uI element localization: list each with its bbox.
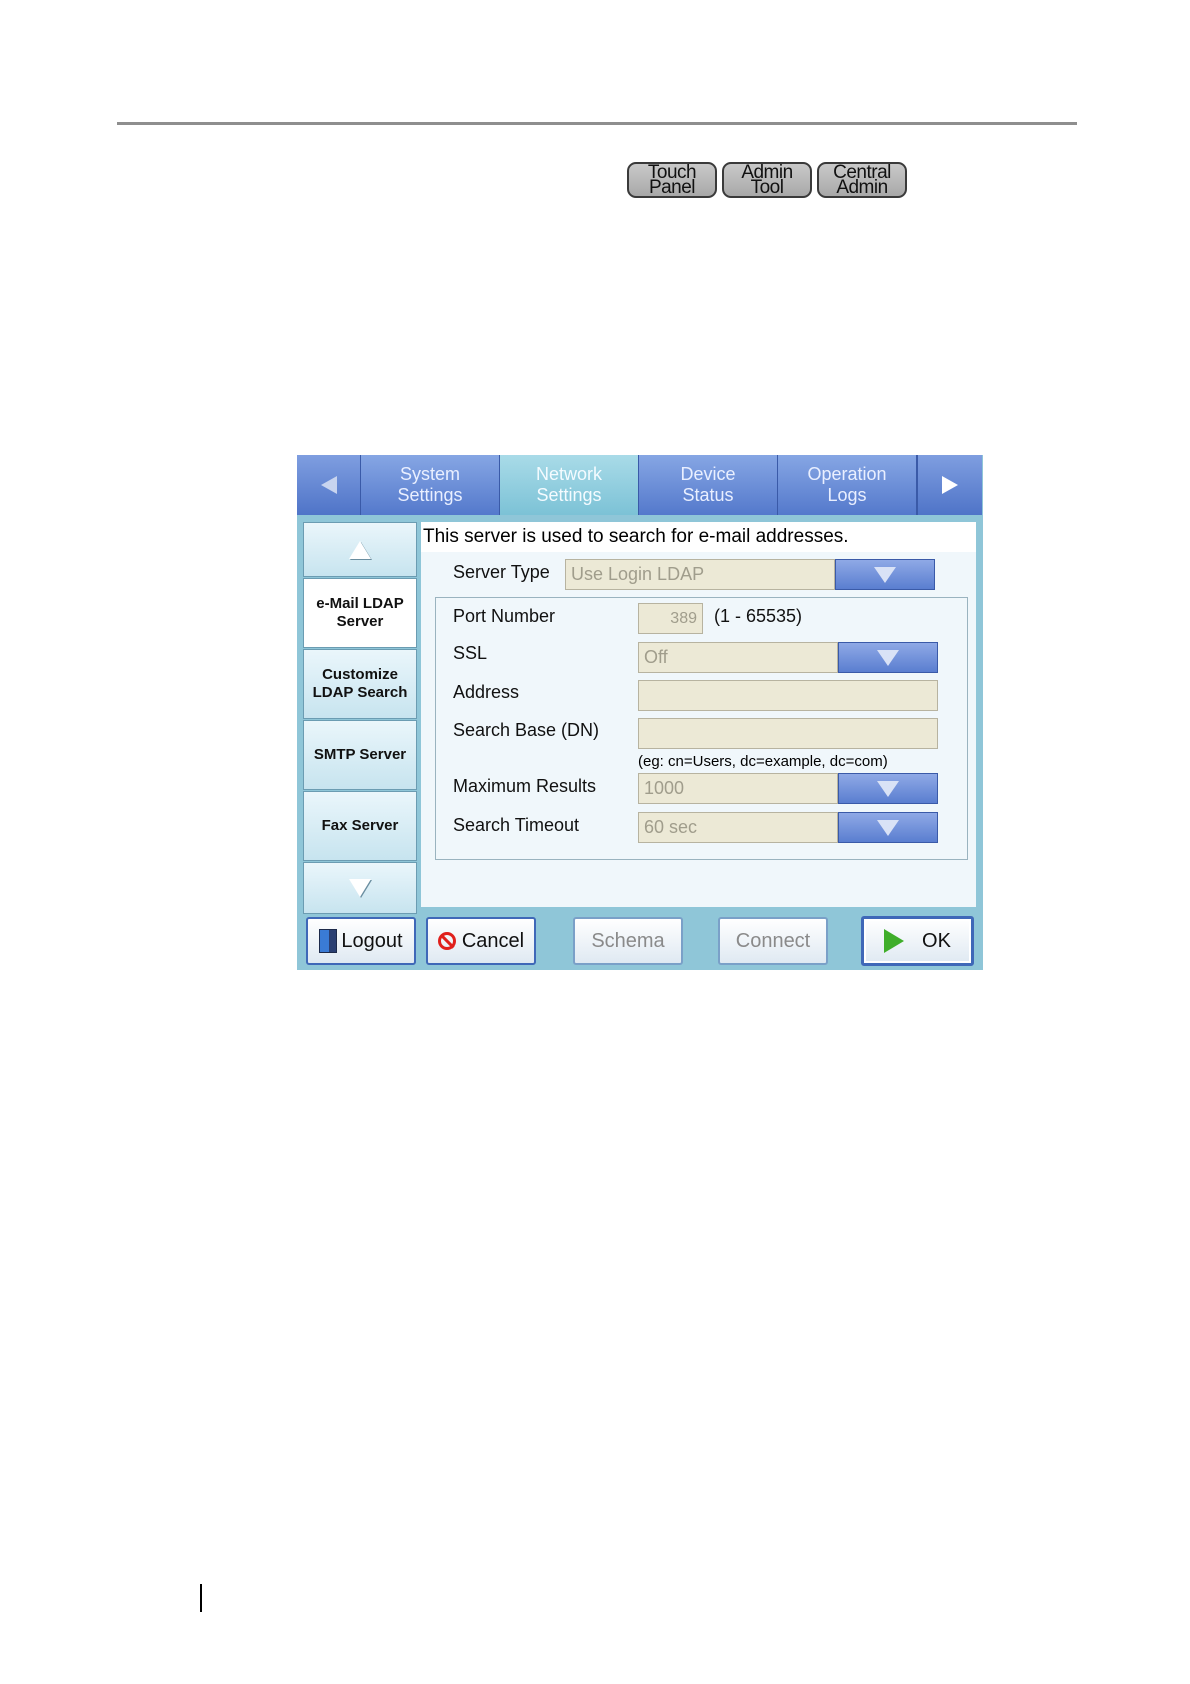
search-base-hint: (eg: cn=Users, dc=example, dc=com) <box>638 753 888 770</box>
door-icon <box>319 929 338 953</box>
page-margin-mark <box>200 1584 202 1612</box>
badge-central-admin: Central Admin <box>817 162 907 198</box>
sidebar-item-email-ldap-server[interactable]: e-Mail LDAP Server <box>303 578 417 648</box>
badge-line: Admin <box>836 177 888 198</box>
arrow-left-icon <box>320 476 337 494</box>
connect-button[interactable]: Connect <box>718 917 828 965</box>
chevron-down-icon <box>874 566 896 583</box>
maximum-results-label: Maximum Results <box>453 776 597 796</box>
sidebar-item-label: Server <box>336 613 384 630</box>
sidebar-item-fax-server[interactable]: Fax Server <box>303 791 417 861</box>
description-bar: This server is used to search for e-mail… <box>421 522 976 552</box>
page-header-rule <box>117 122 1077 125</box>
badge-admin-tool: Admin Tool <box>722 162 812 198</box>
sidebar-item-label: e-Mail LDAP <box>316 595 404 612</box>
play-arrow-icon <box>884 929 905 953</box>
arrow-down-icon <box>349 879 371 897</box>
tab-operation-logs[interactable]: Operation Logs <box>778 455 917 515</box>
settings-screenshot-panel: System Settings Network Settings Device … <box>297 455 983 970</box>
tab-label: Operation <box>807 464 887 484</box>
tab-label: Settings <box>536 485 602 505</box>
maximum-results-dropdown-button[interactable] <box>838 773 938 804</box>
schema-button[interactable]: Schema <box>573 917 683 965</box>
prohibited-icon <box>437 932 456 950</box>
port-number-input[interactable]: 389 <box>638 603 703 634</box>
ok-label: OK <box>922 929 951 952</box>
server-type-select[interactable]: Use Login LDAP <box>565 559 835 590</box>
search-timeout-select[interactable]: 60 sec <box>638 812 838 843</box>
chevron-down-icon <box>877 819 899 836</box>
badge-line: Panel <box>648 177 696 198</box>
ssl-dropdown-button[interactable] <box>838 642 938 673</box>
arrow-up-icon <box>349 540 371 559</box>
sidebar-item-label: Fax Server <box>321 817 399 834</box>
server-type-dropdown-button[interactable] <box>835 559 935 590</box>
sidebar-item-label: SMTP Server <box>313 746 407 763</box>
search-base-label: Search Base (DN) <box>453 720 600 740</box>
badge-touch-panel: Touch Panel <box>627 162 717 198</box>
tab-network-settings[interactable]: Network Settings <box>500 455 639 515</box>
cancel-button[interactable]: Cancel <box>426 917 536 965</box>
tab-label: Settings <box>397 485 463 505</box>
port-number-range: (1 - 65535) <box>714 606 803 626</box>
tab-label: Status <box>682 485 734 505</box>
ssl-label: SSL <box>453 643 488 663</box>
chevron-down-icon <box>877 649 899 666</box>
badge-line: Tool <box>750 177 784 198</box>
sidebar-item-label: Customize <box>322 666 398 683</box>
tab-label: Device <box>680 464 736 484</box>
address-input[interactable] <box>638 680 938 711</box>
search-timeout-dropdown-button[interactable] <box>838 812 938 843</box>
tab-device-status[interactable]: Device Status <box>639 455 778 515</box>
connect-label: Connect <box>735 929 811 952</box>
tab-label: System <box>399 464 460 484</box>
tab-label: Network <box>535 464 602 484</box>
sidebar-item-customize-ldap-search[interactable]: Customize LDAP Search <box>303 649 417 719</box>
schema-label: Schema <box>591 929 665 952</box>
cancel-label: Cancel <box>461 929 525 952</box>
tab-scroll-right-button[interactable] <box>917 455 982 515</box>
sidebar-item-smtp-server[interactable]: SMTP Server <box>303 720 417 790</box>
description-text: This server is used to search for e-mail… <box>423 526 849 547</box>
logout-label: Logout <box>341 929 403 952</box>
applicable-tools-badges: Touch Panel Admin Tool Central Admin <box>627 162 907 198</box>
settings-content: This server is used to search for e-mail… <box>421 522 976 907</box>
tab-bar: System Settings Network Settings Device … <box>297 455 983 515</box>
sidebar: e-Mail LDAP Server Customize LDAP Search… <box>303 522 417 915</box>
server-type-label: Server Type <box>453 562 550 582</box>
sidebar-item-label: LDAP Search <box>312 684 408 701</box>
port-number-label: Port Number <box>453 606 556 626</box>
sidebar-scroll-down-button[interactable] <box>303 862 417 914</box>
ok-button[interactable]: OK <box>861 916 974 966</box>
maximum-results-select[interactable]: 1000 <box>638 773 838 804</box>
logout-button[interactable]: Logout <box>306 917 416 965</box>
chevron-down-icon <box>877 780 899 797</box>
tab-label: Logs <box>827 485 867 505</box>
search-base-input[interactable] <box>638 718 938 749</box>
ssl-select[interactable]: Off <box>638 642 838 673</box>
arrow-right-icon <box>942 476 958 494</box>
sidebar-scroll-up-button[interactable] <box>303 522 417 577</box>
search-timeout-label: Search Timeout <box>453 815 580 835</box>
tab-system-settings[interactable]: System Settings <box>361 455 500 515</box>
address-label: Address <box>453 682 520 702</box>
tab-scroll-left-button[interactable] <box>297 455 361 515</box>
